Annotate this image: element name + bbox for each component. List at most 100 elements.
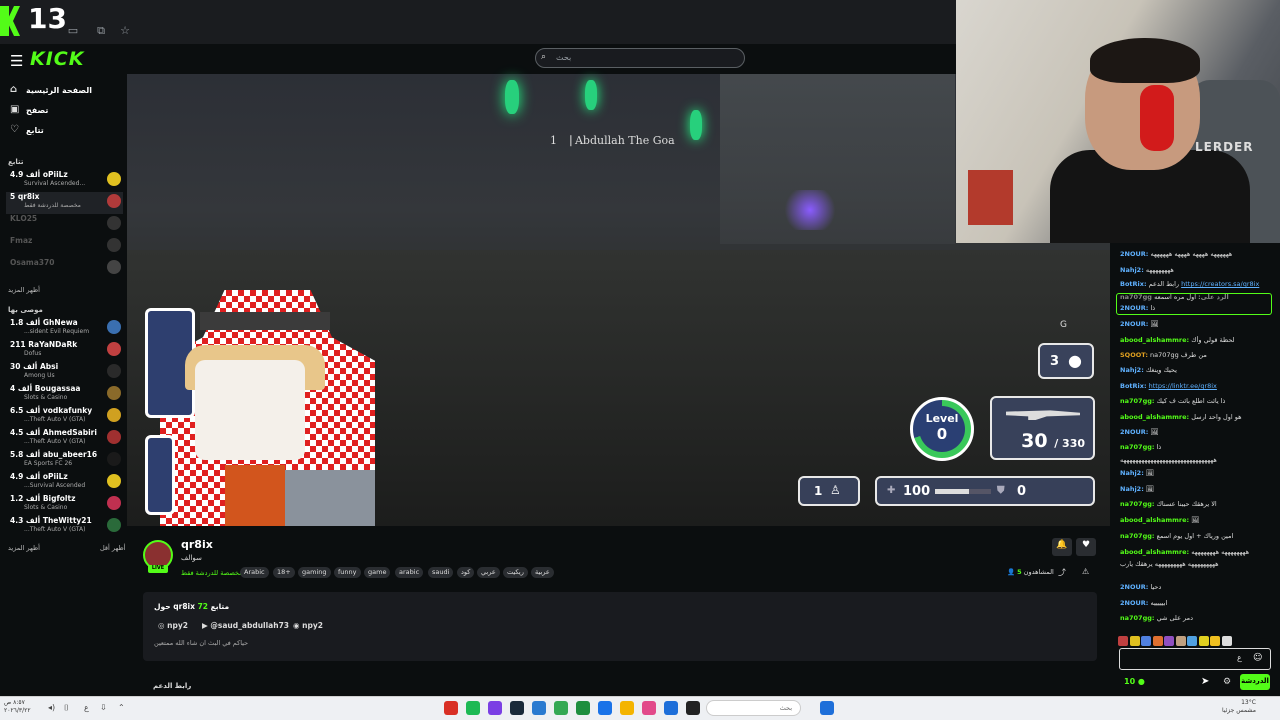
report-icon[interactable]: ⚠ [1082, 567, 1089, 576]
chat-username[interactable]: abood_alshammre: [1120, 516, 1189, 524]
recommended-channel[interactable]: 4 ألف Bougassaa Slots & Casino [6, 384, 123, 406]
recommended-channel[interactable]: 4.9 ألف oPiiLz ...Survival Ascended [6, 472, 123, 494]
stream-tag[interactable]: Arabic [240, 567, 269, 578]
follow-heart-button[interactable]: ♥ [1076, 538, 1096, 556]
chat-username[interactable]: na707gg: [1120, 443, 1155, 451]
chat-username[interactable]: na707gg: [1120, 500, 1155, 508]
taskbar-app-icon[interactable] [620, 701, 634, 715]
taskbar-app-icon[interactable] [642, 701, 656, 715]
discord-link[interactable]: ◉ npy2 [293, 621, 323, 630]
taskbar-clock[interactable]: ٨:٥٧ ص ٢٠٢٦/٣/٢٢ [4, 699, 31, 715]
taskbar-app-icon[interactable] [466, 701, 480, 715]
chat-settings-icon[interactable]: ⚙ [1223, 677, 1231, 687]
taskbar-app-icon[interactable] [532, 701, 546, 715]
emote-icon[interactable] [1118, 636, 1128, 646]
recommended-channel[interactable]: 5.8 ألف abu_abeer16 EA Sports FC 26 [6, 450, 123, 472]
following-channel[interactable]: 4.9 ألف oPiiLz Survival Ascended... [6, 170, 123, 192]
chat-send-button[interactable]: الدردشة [1240, 674, 1270, 690]
chat-username[interactable]: 2NOUR: [1120, 428, 1148, 436]
emote-icon[interactable] [1129, 636, 1140, 646]
chat-username[interactable]: Nahj2: [1120, 266, 1144, 274]
search-input[interactable]: بحث [535, 48, 745, 68]
emote-icon[interactable] [1164, 636, 1174, 646]
nav-browse[interactable]: ▣ تصفح [8, 104, 123, 120]
language-indicator[interactable]: ع [84, 703, 89, 712]
youtube-link[interactable]: ▶ @saud_abdullah73 [202, 621, 289, 630]
chat-username[interactable]: BotRix: [1120, 382, 1147, 390]
taskbar-app-icon[interactable] [664, 701, 678, 715]
chat-username[interactable]: 2NOUR: [1120, 599, 1148, 607]
following-channel[interactable]: Fmaz [6, 236, 123, 258]
taskbar-app-icon[interactable] [510, 701, 524, 715]
channel-points[interactable]: 10 ● [1124, 677, 1145, 686]
stream-tag[interactable]: arabic [395, 567, 424, 578]
chat-input[interactable] [1119, 648, 1271, 670]
copy-icon[interactable]: ⧉ [94, 24, 108, 38]
chat-username[interactable]: na707gg: [1120, 397, 1155, 405]
network-icon[interactable]: ⌷ [64, 703, 69, 713]
stream-tag[interactable]: عربية [531, 567, 554, 578]
chat-link[interactable]: https://creators.sa/qr8ix [1181, 280, 1259, 288]
kick-logo[interactable]: KICK [30, 48, 84, 70]
recommended-channel[interactable]: 1.2 ألف Bigfoltz Slots & Casino [6, 494, 123, 516]
stream-tag[interactable]: كود [457, 567, 475, 578]
hamburger-menu-icon[interactable]: ☰ [10, 52, 23, 70]
weather-widget[interactable]: 13°C مشمس جزئيا [1222, 699, 1256, 715]
emote-icon[interactable] [1210, 636, 1220, 646]
chat-username[interactable]: 2NOUR: [1120, 320, 1148, 328]
stream-tag[interactable]: funny [334, 567, 361, 578]
taskbar-app-icon[interactable] [598, 701, 612, 715]
nav-following[interactable]: ♡ تتابع [8, 124, 123, 140]
following-channel[interactable]: KLO25 [6, 214, 123, 236]
channel-name[interactable]: qr8ix [181, 538, 213, 551]
chat-username[interactable]: Nahj2: [1120, 485, 1144, 493]
share-icon[interactable]: ⤴ [1058, 567, 1066, 578]
stream-tag[interactable]: عربي [477, 567, 500, 578]
taskbar-app-icon[interactable] [576, 701, 590, 715]
start-button-icon[interactable] [820, 701, 834, 715]
chat-username[interactable]: SQOOT: [1120, 351, 1148, 359]
chat-username[interactable]: 2NOUR: [1120, 304, 1148, 312]
tray-chevron-icon[interactable]: ⌃ [118, 703, 125, 712]
recommended-channel[interactable]: 211 RaYaNDaRk Dofus [6, 340, 123, 362]
tab-count[interactable]: 13 [28, 2, 67, 35]
chat-username[interactable]: na707gg: [1120, 614, 1155, 622]
tab-icon[interactable]: ▭ [66, 24, 80, 38]
recommended-channel[interactable]: 6.5 ألف vodkafunky ...Theft Auto V (GTA) [6, 406, 123, 428]
stream-tag[interactable]: gaming [298, 567, 331, 578]
following-channel[interactable]: 5 qr8ix مخصصة للدردشة فقط [6, 192, 123, 214]
recommended-channel[interactable]: 1.8 ألف GhNewa ...sident Evil Requiem [6, 318, 123, 340]
show-more-recommended[interactable]: أظهر المزيد [8, 544, 40, 552]
chat-username[interactable]: Nahj2: [1120, 366, 1144, 374]
emote-icon[interactable] [1221, 636, 1232, 646]
emoji-icon[interactable]: ☺ [1253, 653, 1262, 663]
taskbar-app-icon[interactable] [488, 701, 502, 715]
nav-home[interactable]: ⌂ الصفحة الرئيسية [8, 84, 123, 100]
stream-tag[interactable]: saudi [428, 567, 454, 578]
chat-username[interactable]: Nahj2: [1120, 469, 1144, 477]
stream-tag[interactable]: 18+ [273, 567, 295, 578]
recommended-channel[interactable]: 4.3 ألف TheWitty21 ...Theft Auto V (GTA) [6, 516, 123, 538]
recommended-channel[interactable]: 4.5 ألف AhmedSabiri ...Theft Auto V (GTA) [6, 428, 123, 450]
chat-username[interactable]: 2NOUR: [1120, 250, 1148, 258]
chat-username[interactable]: abood_alshammre: [1120, 548, 1189, 556]
emote-icon[interactable] [1152, 636, 1163, 646]
chat-username[interactable]: abood_alshammre: [1120, 336, 1189, 344]
chat-input-text[interactable]: ع [1237, 653, 1242, 662]
star-icon[interactable]: ☆ [118, 24, 132, 38]
notification-bell-button[interactable]: 🔔 [1052, 538, 1072, 556]
emote-icon[interactable] [1187, 636, 1197, 646]
emote-icon[interactable] [1141, 636, 1151, 646]
instagram-link[interactable]: ◎ npy2 [158, 621, 188, 630]
taskbar-app-icon[interactable] [686, 701, 700, 715]
chat-link[interactable]: https://linktr.ee/qr8ix [1149, 382, 1217, 390]
emote-icon[interactable] [1175, 636, 1186, 646]
chat-username[interactable]: abood_alshammre: [1120, 413, 1189, 421]
stream-tag[interactable]: ريكيت [503, 567, 528, 578]
stream-category[interactable]: مخصصة للدردشة فقط [181, 569, 243, 577]
show-more-following[interactable]: أظهر المزيد [8, 286, 40, 294]
following-channel[interactable]: Osama370 [6, 258, 123, 280]
support-link-heading[interactable]: رابط الدعم [153, 682, 191, 690]
speaker-icon[interactable]: ◂) [48, 703, 55, 712]
chat-username[interactable]: 2NOUR: [1120, 583, 1148, 591]
